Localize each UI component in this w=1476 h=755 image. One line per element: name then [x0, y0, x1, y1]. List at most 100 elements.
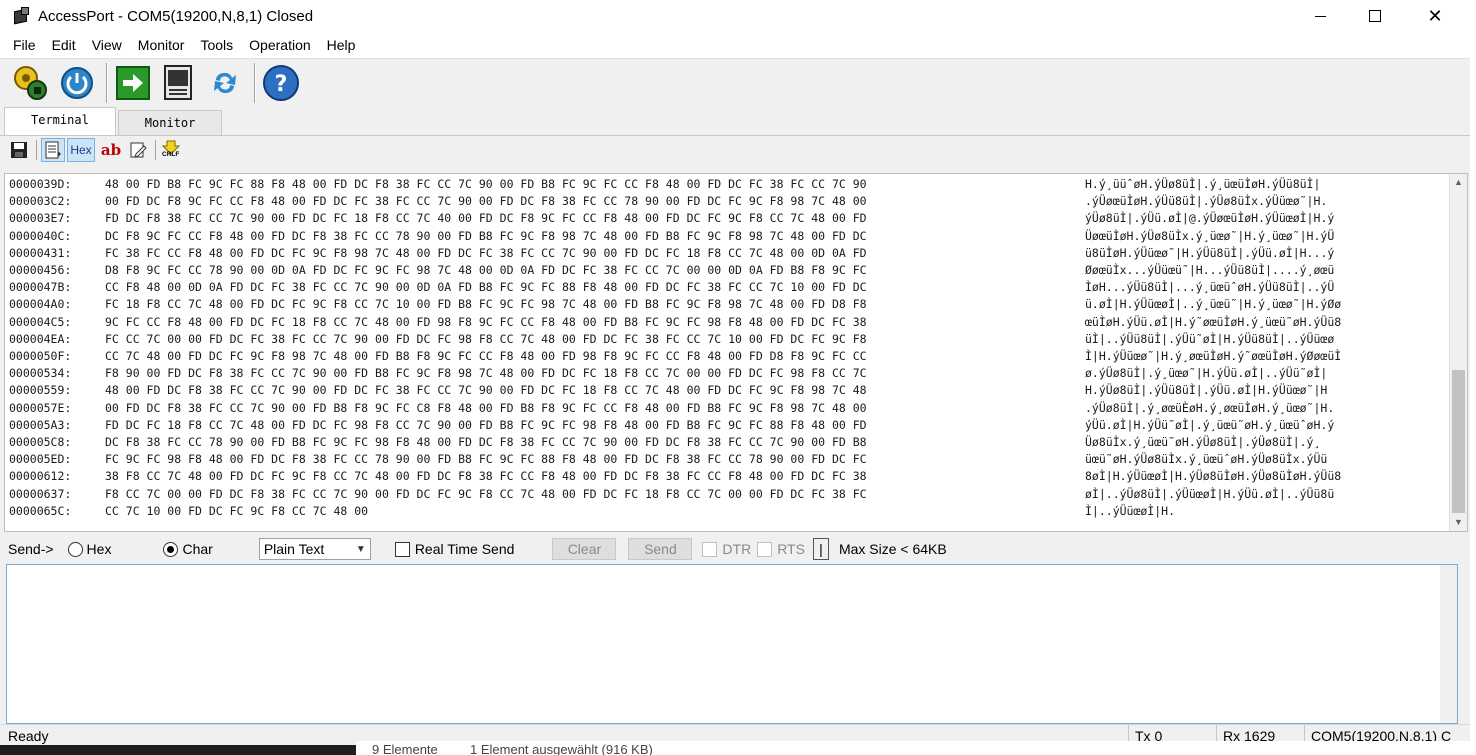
hex-row-address: 000004EA:	[9, 331, 72, 346]
realtime-send-label: Real Time Send	[414, 541, 515, 557]
char-radio-label: Char	[182, 541, 213, 557]
refresh-icon	[214, 72, 236, 94]
char-radio[interactable]	[163, 541, 179, 557]
settings-button[interactable]	[10, 62, 52, 104]
hex-row-bytes: 00 FD DC F8 38 FC CC 7C 90 00 FD B8 F8 9…	[105, 400, 867, 415]
hex-row-ascii: ýÜø8üÌ|.ýÜü.øÌ|@.ýÜøœüÌøH.ýÜüœøÌ|H.ý	[1085, 211, 1335, 226]
format-select[interactable]: Plain Text ▼	[258, 538, 371, 560]
hex-toggle-label: Hex	[70, 143, 92, 157]
log-document-icon	[164, 65, 192, 100]
hex-row-bytes: DC F8 9C FC CC F8 48 00 FD DC F8 38 FC C…	[105, 228, 867, 243]
hex-radio[interactable]	[67, 541, 83, 557]
send-button[interactable]: Send	[628, 538, 693, 560]
hex-view-scrollbar[interactable]: ▲ ▼	[1449, 174, 1467, 531]
help-button[interactable]: ?	[260, 62, 302, 104]
svg-text:?: ?	[275, 72, 288, 97]
menu-file[interactable]: File	[5, 32, 44, 58]
hex-row-bytes: F8 CC 7C 00 00 FD DC F8 38 FC CC 7C 90 0…	[105, 486, 867, 501]
scroll-up-icon[interactable]: ▲	[1450, 174, 1467, 191]
minimize-button[interactable]	[1297, 0, 1343, 32]
hex-row: 00000559: 48 00 FD DC F8 38 FC CC 7C 90 0…	[9, 382, 1415, 399]
realtime-send-checkbox[interactable]	[394, 541, 410, 557]
hex-row-bytes: FD DC F8 38 FC CC 7C 90 00 FD DC FC 18 F…	[105, 211, 867, 226]
clear-button[interactable]: Clear	[552, 538, 617, 560]
explorer-selection: 1 Element ausgewählt (916 KB)	[470, 742, 653, 755]
hex-row: 000004C5: 9C FC CC F8 48 00 FD DC FC 18 F…	[9, 314, 1415, 331]
hex-row-bytes: 00 FD DC F8 9C FC CC F8 48 00 FD DC FC 3…	[105, 194, 867, 209]
hex-row-address: 0000039D:	[9, 177, 72, 191]
hex-row-bytes: FC 18 F8 CC 7C 48 00 FD DC FC 9C F8 CC 7…	[105, 297, 867, 312]
hex-row: 0000065C: CC 7C 10 00 FD DC FC 9C F8 CC 7…	[9, 503, 1415, 520]
hex-row-ascii: Ì|H.ýÜüœø˜|H.ý¸øœüÌøH.ý˜øœüÌøH.ýØøœüÌ	[1085, 349, 1342, 364]
dtr-label: DTR	[722, 541, 752, 557]
menu-help[interactable]: Help	[319, 32, 364, 58]
scroll-thumb[interactable]	[1452, 370, 1465, 513]
menu-tools[interactable]: Tools	[192, 32, 241, 58]
tab-monitor[interactable]: Monitor	[117, 110, 223, 135]
power-button[interactable]	[56, 62, 98, 104]
close-icon: ✕	[1427, 6, 1443, 26]
hex-row-address: 000004C5:	[9, 314, 72, 329]
hex-row-address: 00000456:	[9, 263, 72, 278]
run-button[interactable]	[112, 62, 154, 104]
hex-toggle-button[interactable]: Hex	[67, 138, 95, 162]
hex-row-ascii: H.ýÜø8üÌ|.ýÜü8üÌ|.ýÜü.øÌ|H.ýÜüœø˜|H	[1085, 383, 1328, 398]
maximize-button[interactable]	[1352, 0, 1398, 32]
hex-row: 00000534: F8 90 00 FD DC F8 38 FC CC 7C 9…	[9, 365, 1415, 382]
hex-row-bytes: FD DC FC 18 F8 CC 7C 48 00 FD DC FC 98 F…	[105, 417, 867, 432]
send-input-area[interactable]	[6, 564, 1458, 724]
hex-row-address: 000003E7:	[9, 211, 72, 226]
hex-row-ascii: ØøœüÌx...ýÜüœü˜|H...ýÜü8üÌ|....ý¸øœü	[1085, 263, 1335, 278]
rts-checkbox[interactable]	[757, 541, 773, 557]
save-icon	[11, 142, 27, 158]
hex-row-address: 00000431:	[9, 245, 72, 260]
hex-row-ascii: øÌ|..ýÜø8üÌ|.ýÜüœøÌ|H.ýÜü.øÌ|..ýÜü8ü	[1085, 486, 1335, 501]
hex-row-ascii: Üø8üÌx.ý¸üœü˜øH.ýÜø8üÌ|.ýÜø8üÌ|.ý¸	[1085, 435, 1321, 450]
menu-edit[interactable]: Edit	[44, 32, 84, 58]
hex-row-address: 000005C8:	[9, 435, 72, 450]
scroll-down-icon[interactable]: ▼	[1450, 514, 1467, 531]
hex-row-bytes: 48 00 FD B8 FC 9C FC 88 F8 48 00 FD DC F…	[105, 177, 867, 191]
dtr-checkbox[interactable]	[702, 541, 718, 557]
text-mode-button[interactable]: ab	[97, 139, 125, 161]
hex-row-bytes: CC 7C 10 00 FD DC FC 9C F8 CC 7C 48 00	[105, 503, 369, 518]
close-button[interactable]: ✕	[1412, 0, 1458, 32]
crlf-button[interactable]: CRLF	[160, 139, 184, 161]
hex-row-address: 0000047B:	[9, 280, 72, 295]
send-input-scrollbar[interactable]	[1440, 565, 1457, 723]
menu-bar: File Edit View Monitor Tools Operation H…	[0, 32, 1470, 58]
toolbar-separator	[106, 63, 108, 103]
table-view-icon	[45, 141, 61, 159]
hex-row-ascii: 8øÌ|H.ýÜüœøÌ|H.ýÜø8üÌøH.ýÜø8üÌøH.ýÜü8	[1085, 469, 1342, 484]
tab-terminal[interactable]: Terminal	[4, 107, 116, 135]
hex-row: 000005ED: FC 9C FC 98 F8 48 00 FD DC F8 3…	[9, 451, 1415, 468]
refresh-button[interactable]	[204, 62, 246, 104]
save-button[interactable]	[8, 139, 30, 161]
hex-row-bytes: 9C FC CC F8 48 00 FD DC FC 18 F8 CC 7C 4…	[105, 314, 867, 329]
hex-row: 0000057E: 00 FD DC F8 38 FC CC 7C 90 00 F…	[9, 400, 1415, 417]
hex-row-bytes: DC F8 38 FC CC 78 90 00 FD B8 FC 9C FC 9…	[105, 435, 867, 450]
hex-row-ascii: H.ý¸ü­üˆøH.ýÜø8üÌ|.ý¸üœüÌøH.ýÜü8üÌ|	[1085, 177, 1321, 191]
power-icon	[61, 67, 93, 99]
hex-row-address: 000005ED:	[9, 452, 72, 467]
hex-row-address: 00000534:	[9, 366, 72, 381]
hex-row: 000003E7: FD DC F8 38 FC CC 7C 90 00 FD D…	[9, 210, 1415, 227]
log-button[interactable]	[158, 62, 200, 104]
menu-view[interactable]: View	[84, 32, 130, 58]
view-mode-button[interactable]	[41, 138, 65, 162]
break-button[interactable]: |	[812, 538, 829, 560]
hex-row: 0000039D: 48 00 FD B8 FC 9C FC 88 F8 48 0…	[9, 176, 1415, 193]
hex-row-ascii: üœü˜øH.ýÜø8üÌx.ý¸üœüˆøH.ýÜø8üÌx.ýÜü	[1085, 452, 1328, 467]
send-label: Send->	[8, 541, 54, 557]
terminal-hex-view[interactable]: 0000039D: 48 00 FD B8 FC 9C FC 88 F8 48 0…	[4, 173, 1468, 532]
hex-row: 0000040C: DC F8 9C FC CC F8 48 00 FD DC F…	[9, 228, 1415, 245]
background-explorer-status: 9 Elemente 1 Element ausgewählt (916 KB)	[356, 741, 1476, 755]
edit-button[interactable]	[127, 139, 149, 161]
maximize-icon	[1369, 10, 1381, 22]
menu-monitor[interactable]: Monitor	[130, 32, 193, 58]
hex-row-ascii: ÜøœüÌøH.ýÜø8üÌx.ý¸üœø˜|H.ý¸üœø˜|H.ýÜ	[1085, 228, 1335, 243]
hex-row-bytes: D8 F8 9C FC CC 78 90 00 0D 0A FD DC FC 9…	[105, 263, 867, 278]
menu-operation[interactable]: Operation	[241, 32, 318, 58]
hex-radio-label: Hex	[86, 541, 112, 557]
view-tabs: Terminal Monitor	[0, 107, 1470, 136]
